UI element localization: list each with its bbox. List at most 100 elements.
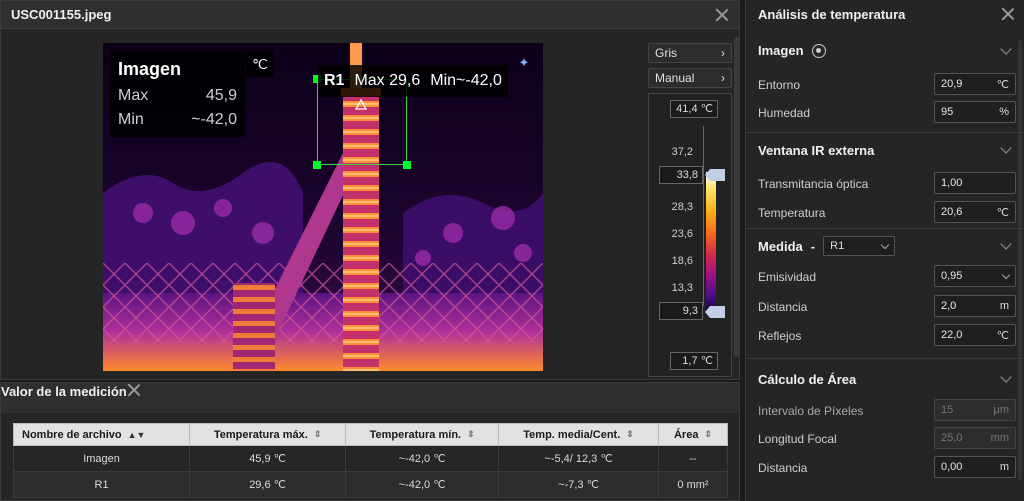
chevron-down-icon[interactable] bbox=[1000, 142, 1012, 154]
column-label: Nombre de archivo bbox=[22, 428, 122, 441]
upper-thumb-value[interactable]: 33,8 bbox=[659, 166, 703, 184]
roi-name: R1 bbox=[324, 72, 345, 89]
palette-button[interactable]: Gris › bbox=[648, 43, 732, 63]
column-label: Temperatura mín. bbox=[369, 428, 462, 441]
field-value: 0,00 bbox=[941, 461, 963, 473]
humedad-label: Humedad bbox=[758, 106, 811, 120]
field-unit: ℃ bbox=[996, 78, 1009, 91]
scale-tick: 37,2 bbox=[671, 146, 693, 158]
overlay-unit: ℃ bbox=[246, 51, 274, 77]
overlay-title: Imagen bbox=[118, 59, 182, 79]
field-unit: μm bbox=[993, 404, 1009, 416]
column-header-area[interactable]: Área ⇕ bbox=[657, 423, 729, 446]
section-area-header[interactable]: Cálculo de Área bbox=[758, 372, 856, 387]
field-unit: m bbox=[999, 461, 1009, 473]
distancia-field[interactable]: 2,0 m bbox=[934, 295, 1016, 317]
distancia-label: Distancia bbox=[758, 300, 808, 314]
table-cell: Imagen bbox=[12, 445, 191, 472]
field-value: 95 bbox=[941, 106, 954, 118]
area-distancia-field[interactable]: 0,00 m bbox=[934, 456, 1016, 478]
section-imagen-header[interactable]: Imagen bbox=[758, 43, 826, 58]
column-header-filename[interactable]: Nombre de archivo ▲▼ bbox=[12, 423, 191, 446]
emisividad-select[interactable]: 0,95 bbox=[934, 265, 1016, 287]
measurement-title: Valor de la medición bbox=[1, 384, 127, 399]
table-cell: ~-42,0 ℃ bbox=[345, 471, 500, 498]
overlay-min-row: Min ~-42,0 bbox=[118, 108, 237, 132]
temperature-scale: 41,4 ℃ 37,2 33,8 28,3 23,6 18,6 13,3 9,3… bbox=[648, 93, 732, 377]
ventana-temperatura-field[interactable]: 20,6 ℃ bbox=[934, 201, 1016, 223]
pixel-interval-label: Intervalo de Píxeles bbox=[758, 404, 864, 418]
table-cell: 0 mm² bbox=[657, 471, 729, 498]
table-row[interactable]: R1 29,6 ℃ ~-42,0 ℃ ~-7,3 ℃ 0 mm² bbox=[12, 471, 729, 498]
section-title: Imagen bbox=[758, 43, 804, 58]
roi-max: Max 29,6 bbox=[354, 72, 421, 89]
scale-tick: 23,6 bbox=[671, 228, 693, 240]
transmitancia-field[interactable]: 1,00 bbox=[934, 172, 1016, 194]
divider bbox=[746, 228, 1024, 229]
overlay-max-row: Max 45,9 bbox=[118, 84, 237, 108]
column-header-max[interactable]: Temperatura máx. ⇕ bbox=[189, 423, 347, 446]
chevron-down-icon[interactable] bbox=[1000, 238, 1012, 250]
field-value: 1,00 bbox=[941, 177, 963, 189]
panel-scrollbar[interactable] bbox=[1018, 40, 1022, 480]
column-header-min[interactable]: Temperatura mín. ⇕ bbox=[345, 423, 500, 446]
field-unit: mm bbox=[990, 432, 1009, 444]
lower-thumb-value[interactable]: 9,3 bbox=[659, 302, 703, 320]
entorno-field[interactable]: 20,9 ℃ bbox=[934, 73, 1016, 95]
image-window: USC001155.jpeg Imagen Max 45,9 Min ~-42,… bbox=[0, 0, 740, 380]
temperature-analysis-panel: Análisis de temperatura Imagen Entorno 2… bbox=[745, 0, 1024, 501]
sort-icon: ⇕ bbox=[626, 429, 634, 440]
table-cell: ~-7,3 ℃ bbox=[498, 471, 659, 498]
close-icon[interactable] bbox=[1001, 7, 1015, 21]
overlay-min-value: ~-42,0 bbox=[191, 111, 237, 128]
measurement-titlebar: Valor de la medición bbox=[1, 383, 739, 413]
column-label: Temperatura máx. bbox=[213, 428, 308, 441]
chevron-down-icon bbox=[1001, 270, 1011, 279]
scale-top-value[interactable]: 41,4 ℃ bbox=[670, 100, 718, 118]
section-title: Cálculo de Área bbox=[758, 372, 857, 387]
image-stats-overlay: Imagen Max 45,9 Min ~-42,0 bbox=[110, 51, 245, 137]
image-file-title: USC001155.jpeg bbox=[11, 7, 112, 22]
max-marker-icon bbox=[355, 99, 367, 110]
table-cell: ~-5,4/ 12,3 ℃ bbox=[498, 445, 659, 472]
transmitancia-label: Transmitancia óptica bbox=[758, 177, 869, 191]
close-icon[interactable] bbox=[715, 8, 729, 22]
roi-handle[interactable] bbox=[403, 161, 411, 169]
mode-label: Manual bbox=[655, 71, 695, 85]
sort-icon: ▲▼ bbox=[127, 429, 146, 440]
table-row[interactable]: Imagen 45,9 ℃ ~-42,0 ℃ ~-5,4/ 12,3 ℃ -- bbox=[12, 445, 729, 472]
measurement-window: Valor de la medición Nombre de archivo ▲▼… bbox=[0, 382, 740, 501]
reflejos-field[interactable]: 22,0 ℃ bbox=[934, 324, 1016, 346]
roi-select[interactable]: R1 bbox=[823, 236, 896, 256]
table-cell: -- bbox=[657, 445, 729, 472]
emisividad-label: Emisividad bbox=[758, 270, 817, 284]
chevron-down-icon[interactable] bbox=[1000, 371, 1012, 383]
panel-title: Análisis de temperatura bbox=[758, 7, 906, 22]
measurement-table: Nombre de archivo ▲▼ Temperatura máx. ⇕ Te… bbox=[12, 423, 729, 498]
field-unit: ℃ bbox=[996, 329, 1009, 342]
section-medida-header[interactable]: Medida - R1 bbox=[758, 236, 896, 256]
chevron-down-icon[interactable] bbox=[1000, 43, 1012, 55]
field-value: 15 bbox=[941, 404, 954, 416]
field-value: 25,0 bbox=[941, 432, 963, 444]
column-header-avg[interactable]: Temp. media/Cent. ⇕ bbox=[498, 423, 659, 446]
table-header-row: Nombre de archivo ▲▼ Temperatura máx. ⇕ Te… bbox=[12, 423, 729, 446]
roi-handle[interactable] bbox=[313, 161, 321, 169]
scale-tick: 28,3 bbox=[671, 201, 693, 213]
section-ventana-header[interactable]: Ventana IR externa bbox=[758, 143, 874, 158]
scale-bottom-value[interactable]: 1,7 ℃ bbox=[670, 352, 718, 370]
thermal-image[interactable]: Imagen Max 45,9 Min ~-42,0 ℃ R1 Max 29,6… bbox=[103, 43, 543, 371]
humedad-field[interactable]: 95 % bbox=[934, 101, 1016, 123]
image-window-titlebar: USC001155.jpeg bbox=[1, 1, 739, 29]
column-label: Área bbox=[673, 428, 699, 441]
focal-length-label: Longitud Focal bbox=[758, 432, 837, 446]
chevron-down-icon bbox=[880, 240, 890, 249]
reflejos-label: Reflejos bbox=[758, 329, 802, 343]
image-scrollbar[interactable] bbox=[734, 37, 739, 357]
table-cell: R1 bbox=[12, 471, 191, 498]
mode-button[interactable]: Manual › bbox=[648, 68, 732, 88]
scale-ruler bbox=[698, 126, 704, 306]
field-value: 22,0 bbox=[941, 329, 963, 341]
target-icon[interactable] bbox=[811, 43, 826, 58]
scale-tick: 13,3 bbox=[671, 282, 693, 294]
